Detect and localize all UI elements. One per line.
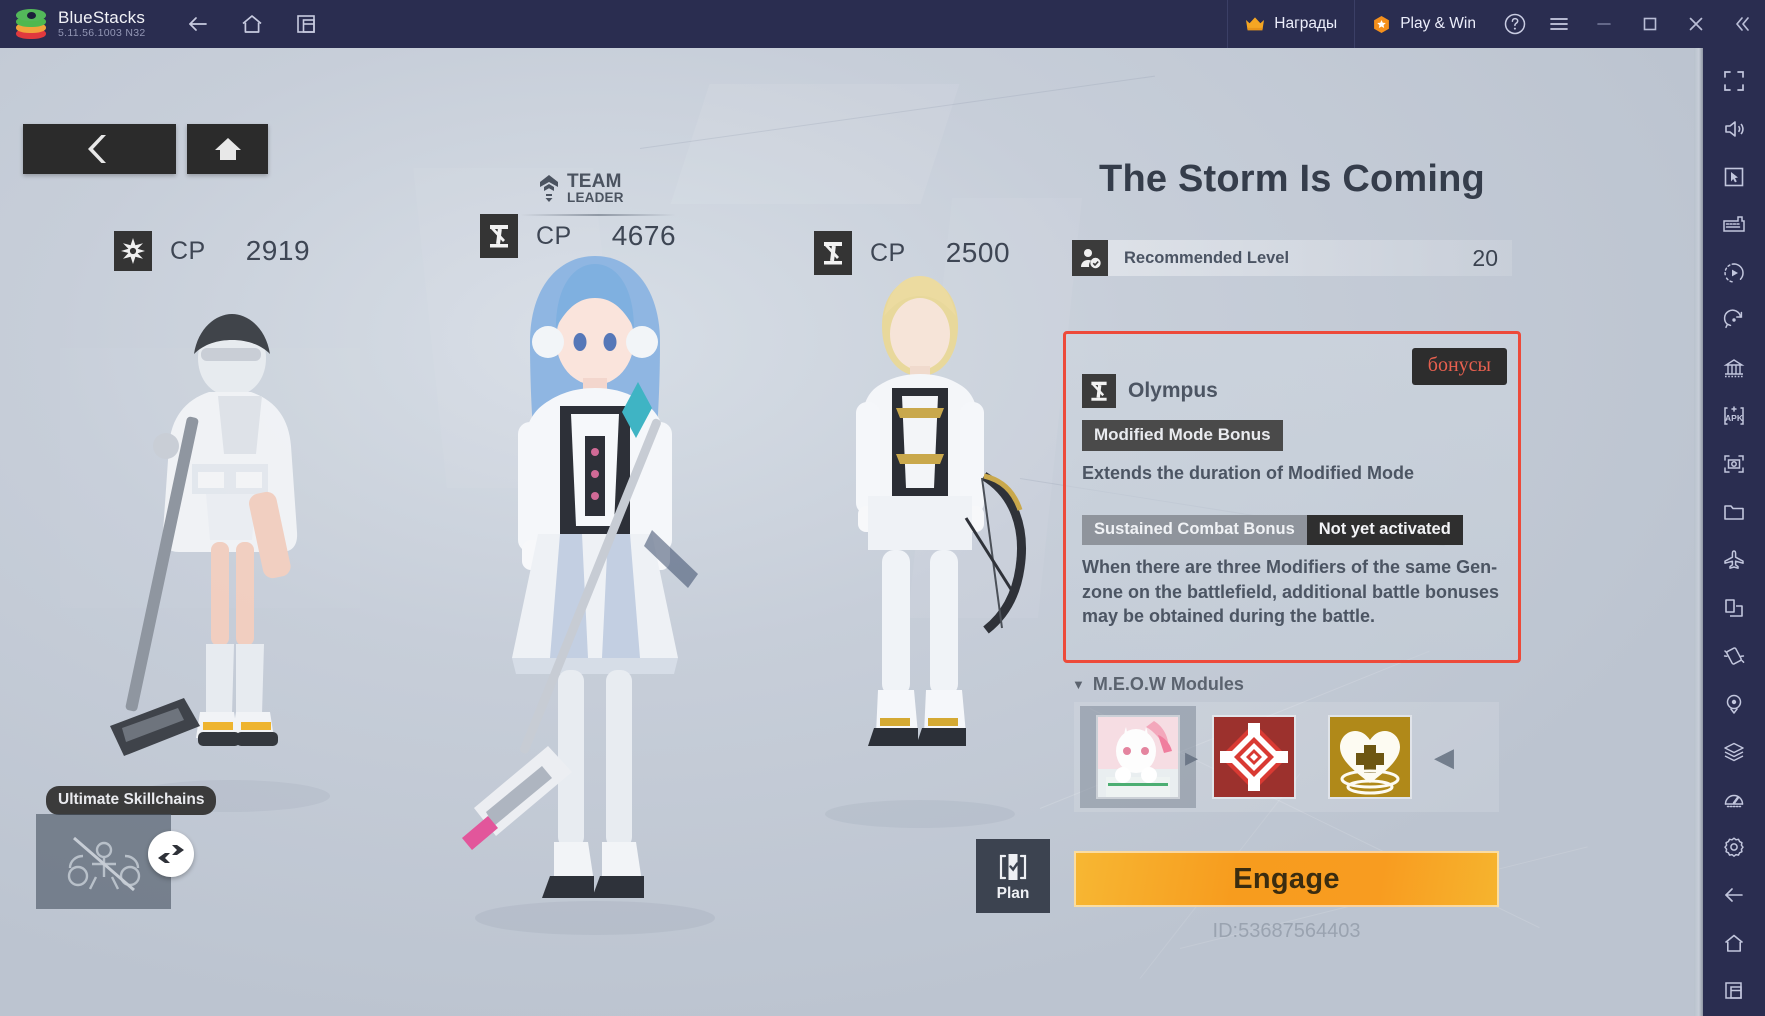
recommended-level-label: Recommended Level [1124,248,1290,267]
chevron-down-icon: ▼ [1072,677,1085,692]
app-version: 5.11.56.1003 N32 [58,26,146,39]
mission-title: The Storm Is Coming [1099,158,1485,200]
performance-icon[interactable] [1711,777,1757,823]
home-icon[interactable] [234,6,270,42]
collapse-sidebar-button[interactable] [1719,0,1765,48]
screenshot-icon[interactable] [1711,441,1757,487]
recents-icon[interactable] [1711,968,1757,1014]
character-model-1[interactable] [70,296,390,816]
window-titlebar: BlueStacks 5.11.56.1003 N32 Награды Play… [0,0,1765,48]
game-viewport[interactable]: TEAM LEADER CP 2919 CP 4676 CP 2500 Ulti… [0,48,1694,1016]
keyboard-icon[interactable] [1711,202,1757,248]
character-model-3[interactable] [770,268,1070,828]
rotate-icon[interactable] [1711,298,1757,344]
sidebar-scroll-edge[interactable] [1694,48,1703,1016]
location-icon[interactable] [1711,681,1757,727]
modified-mode-bonus-chip: Modified Mode Bonus [1082,420,1283,451]
titlebar-right-group: Награды Play & Win [1227,0,1765,48]
plan-button-label: Plan [996,884,1030,902]
play-and-win-button[interactable]: Play & Win [1354,0,1493,48]
module-slot-character-portrait[interactable]: ▸ [1080,706,1198,808]
recommended-level-value: 20 [1472,244,1498,271]
recommended-level-icon [1072,240,1108,276]
multi-instance-manager-icon[interactable] [1711,345,1757,391]
cursor-controls-icon[interactable] [1711,154,1757,200]
minimize-button[interactable] [1581,0,1627,48]
maximize-button[interactable] [1627,0,1673,48]
volume-icon[interactable] [1711,106,1757,152]
shake-icon[interactable] [1711,633,1757,679]
sustained-combat-bonus-status: Not yet activated [1306,515,1463,546]
play-and-win-label: Play & Win [1400,15,1476,32]
account-id: ID:53687564403 [1212,920,1361,942]
ultimate-skillchains-tooltip: Ultimate Skillchains [46,786,217,815]
engage-button[interactable]: Engage [1074,851,1499,907]
meow-modules-strip[interactable]: ▸ ◀ [1074,702,1499,812]
character-model-2[interactable] [410,246,780,936]
airplane-icon[interactable] [1711,537,1757,583]
bonus-annotation-tag: бонусы [1411,348,1507,385]
install-apk-icon[interactable]: APK [1711,393,1757,439]
modified-mode-bonus-description: Extends the duration of Modified Mode [1082,463,1414,483]
multi-instance-icon[interactable] [288,6,324,42]
recommended-level-row: Recommended Level 20 [1072,240,1512,276]
close-button[interactable] [1673,0,1719,48]
bluestacks-sidebar: APK [1703,48,1765,1016]
bluestacks-logo [16,9,46,39]
meow-modules-header[interactable]: ▼ M.E.O.W Modules [1072,674,1244,695]
back-icon[interactable] [180,6,216,42]
hex-star-icon [1372,15,1391,34]
module-tile-character-portrait [1096,715,1180,799]
meow-modules-label: M.E.O.W Modules [1092,674,1244,694]
titlebar-nav-group [180,6,324,42]
settings-icon[interactable] [1711,825,1757,871]
crown-icon [1245,16,1265,32]
help-icon[interactable] [1493,0,1537,48]
menu-icon[interactable] [1537,0,1581,48]
faction-bonus-panel: бонусы Olympus Modified Mode Bonus Exten… [1063,331,1521,663]
sustained-combat-bonus-description: When there are three Modifiers of the sa… [1082,557,1500,626]
module-tile-gold-heart [1328,715,1412,799]
app-title: BlueStacks [58,7,146,27]
layers-icon[interactable] [1711,729,1757,775]
faction-name: Olympus [1128,379,1218,402]
media-manager-icon[interactable] [1711,489,1757,535]
rewards-button[interactable]: Награды [1227,0,1354,48]
rewards-label: Награды [1274,15,1338,32]
svg-text:APK: APK [1725,413,1744,423]
multi-window-icon[interactable] [1711,585,1757,631]
swap-skillchain-button[interactable] [148,831,194,877]
home-icon[interactable] [1711,920,1757,966]
back-icon[interactable] [1711,872,1757,918]
engage-button-label: Engage [1233,862,1340,895]
module-slot-red-emblem[interactable] [1196,706,1312,808]
macro-recorder-icon[interactable] [1711,250,1757,296]
sustained-combat-bonus-row: Sustained Combat Bonus Not yet activated [1082,515,1502,546]
module-slot-gold-heart[interactable]: ◀ [1312,706,1454,808]
fullscreen-icon[interactable] [1711,58,1757,104]
sustained-combat-bonus-chip: Sustained Combat Bonus [1082,515,1307,546]
olympus-class-icon [1082,374,1116,408]
module-tile-red-emblem [1212,715,1296,799]
module-strip-scroll-arrow[interactable]: ◀ [1434,742,1454,773]
plan-button[interactable]: Plan [976,839,1050,913]
